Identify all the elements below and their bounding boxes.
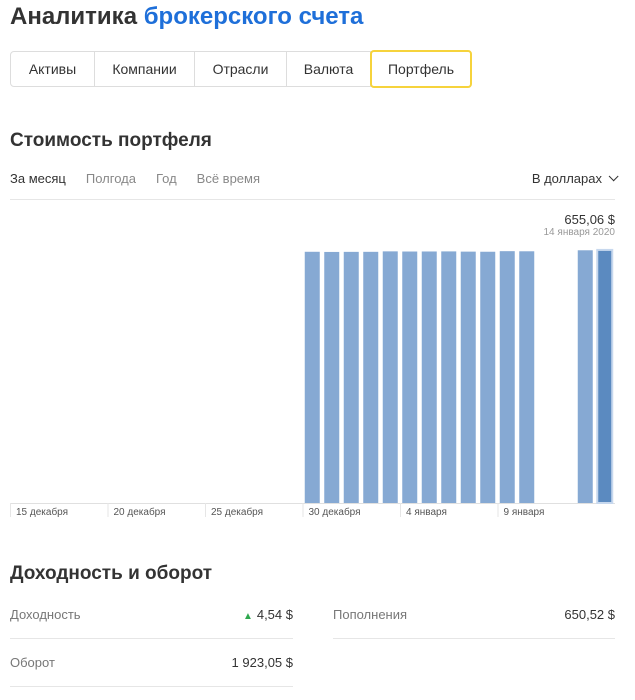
chart-bar[interactable] — [402, 251, 418, 503]
chart-bar[interactable] — [421, 251, 437, 503]
x-tick-label: 30 декабря — [309, 506, 361, 518]
period-selector: За месяц Полгода Год Всё время — [10, 171, 260, 186]
yield-label: Доходность — [10, 607, 81, 622]
chart-bar[interactable] — [480, 251, 496, 503]
returns-row-yield: Доходность ▲ 4,54 $ — [10, 607, 293, 622]
x-tick-label: 20 декабря — [114, 506, 166, 518]
chart-bar[interactable] — [499, 251, 515, 503]
deposits-value: 650,52 $ — [564, 607, 615, 622]
period-month[interactable]: За месяц — [10, 171, 66, 186]
period-all-time[interactable]: Всё время — [197, 171, 260, 186]
portfolio-chart: 15 декабря 20 декабря 25 декабря 30 декабря… — [10, 248, 615, 518]
chart-bar[interactable] — [343, 251, 359, 503]
title-prefix: Аналитика — [10, 3, 138, 30]
chevron-down-icon — [608, 171, 619, 182]
x-tick-label: 25 декабря — [211, 506, 263, 518]
yield-value-wrap: ▲ 4,54 $ — [243, 607, 293, 622]
tab-portfolio[interactable]: Портфель — [370, 50, 472, 88]
chart-bar[interactable] — [441, 251, 457, 503]
chart-bar[interactable] — [577, 250, 593, 503]
tab-companies[interactable]: Компании — [95, 52, 195, 86]
chart-bar[interactable] — [382, 251, 398, 503]
arrow-up-icon: ▲ — [242, 611, 253, 622]
period-year[interactable]: Год — [156, 171, 177, 186]
portfolio-heading: Стоимость портфеля — [10, 130, 212, 151]
period-divider — [10, 199, 615, 200]
returns-heading: Доходность и оборот — [10, 563, 213, 584]
chart-bar[interactable] — [363, 251, 379, 503]
x-tick-label: 9 января — [504, 507, 545, 518]
yield-value: 4,54 $ — [256, 607, 293, 622]
turnover-label: Оборот — [10, 655, 55, 670]
turnover-value: 1 923,05 $ — [231, 655, 293, 670]
title-accent: брокерского счета — [143, 3, 364, 30]
x-tick-label: 4 января — [406, 507, 447, 518]
chart-bar[interactable] — [324, 251, 340, 503]
tab-assets[interactable]: Активы — [11, 52, 95, 86]
row-divider — [10, 686, 293, 687]
tooltip-date: 14 января 2020 — [543, 227, 616, 238]
row-divider — [333, 638, 615, 639]
period-half-year[interactable]: Полгода — [86, 171, 136, 186]
chart-bar[interactable] — [519, 251, 535, 503]
returns-row-deposits: Пополнения 650,52 $ — [333, 607, 615, 622]
chart-bar[interactable] — [596, 248, 614, 505]
tab-bar: Активы Компании Отрасли Валюта Портфель — [10, 50, 472, 88]
chart-bar[interactable] — [460, 251, 476, 503]
page-title: Аналитика брокерского счета — [10, 3, 363, 31]
row-divider — [10, 638, 293, 639]
tab-currency[interactable]: Валюта — [287, 52, 371, 86]
tooltip-value: 655,06 $ — [564, 212, 615, 227]
currency-dropdown[interactable]: В долларах — [531, 171, 619, 186]
x-tick-label: 15 декабря — [16, 506, 68, 518]
chart-bar[interactable] — [304, 251, 320, 503]
returns-row-turnover: Оборот 1 923,05 $ — [10, 655, 293, 670]
tab-industries[interactable]: Отрасли — [195, 52, 287, 86]
currency-label: В долларах — [531, 171, 602, 186]
deposits-label: Пополнения — [333, 607, 408, 622]
